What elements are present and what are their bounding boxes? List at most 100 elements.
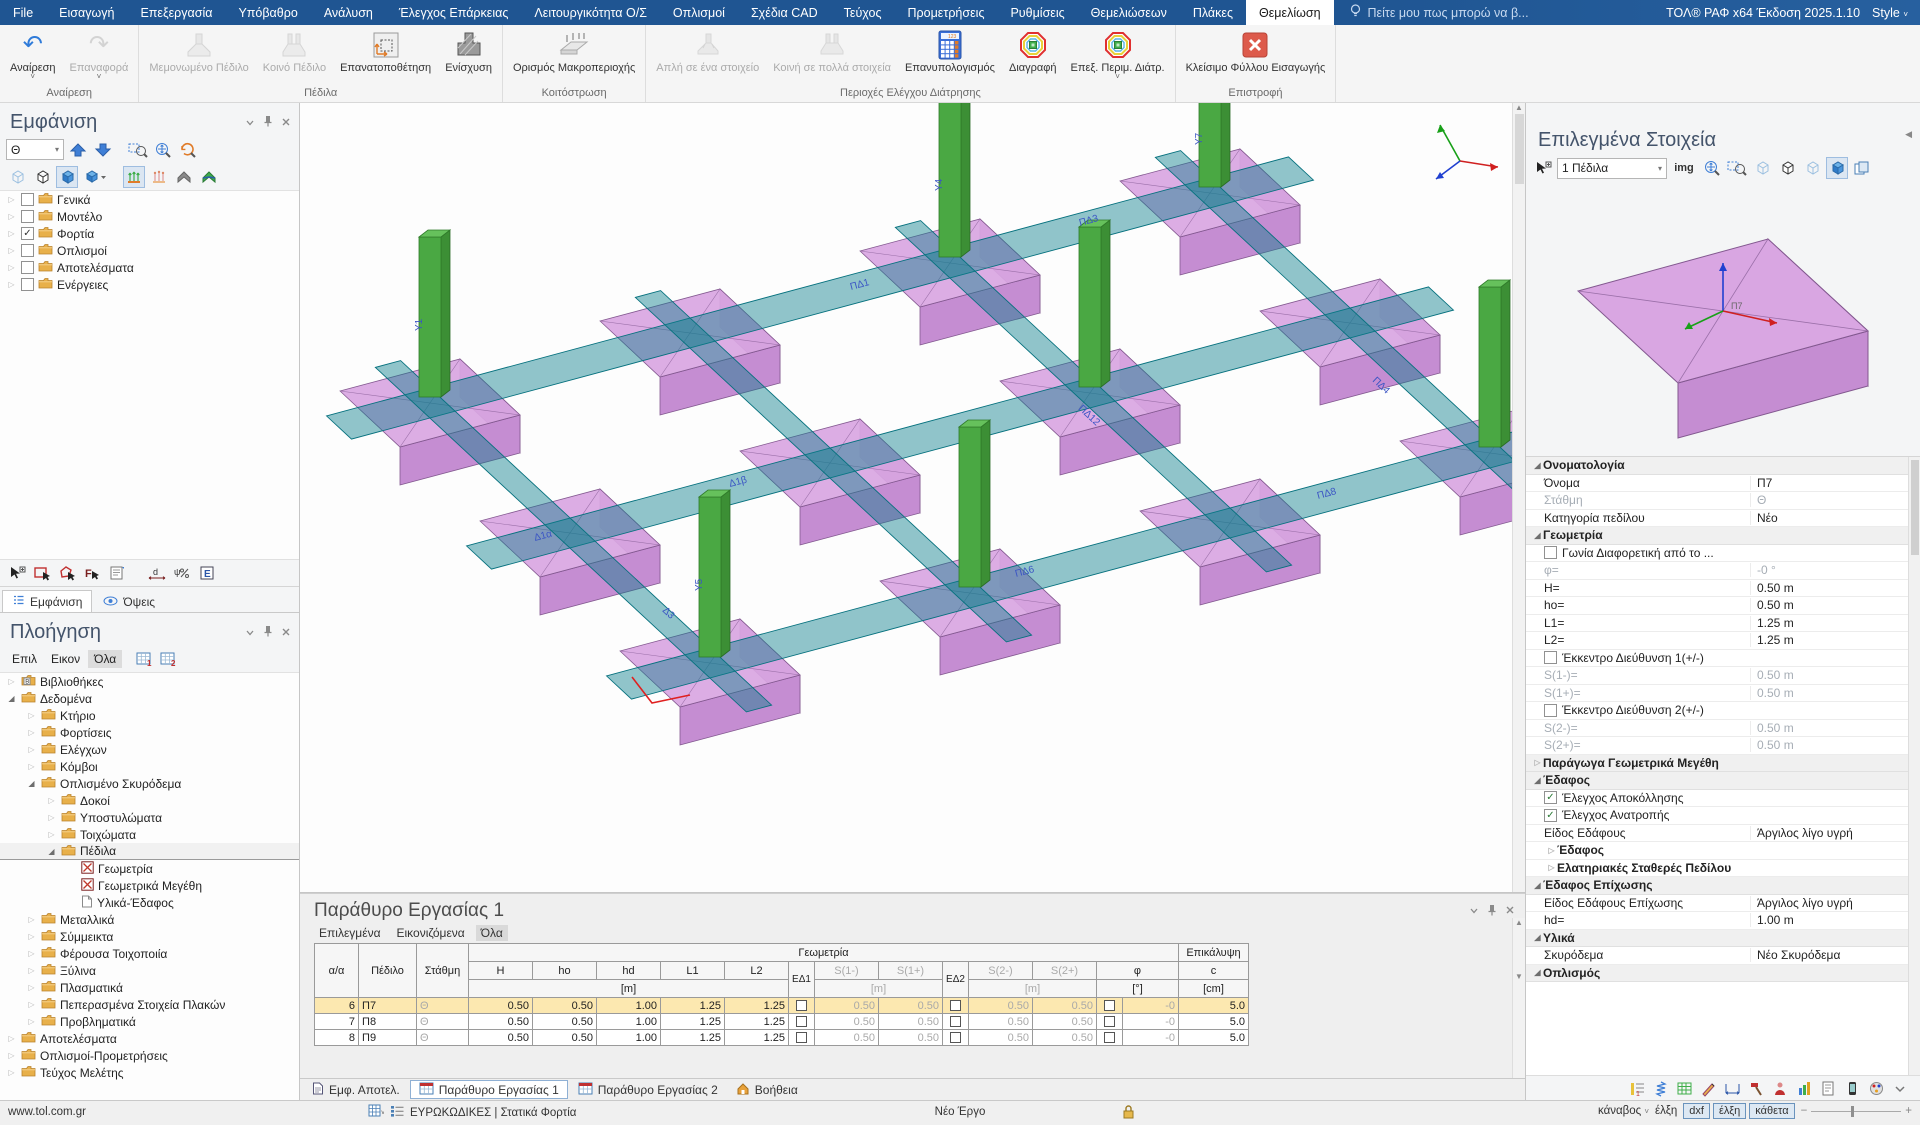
visibility-checkbox[interactable] xyxy=(21,210,34,223)
property-row[interactable]: H=0.50 m xyxy=(1526,580,1920,598)
tell-me-search[interactable]: Πείτε μου πως μπορώ να β... xyxy=(1334,0,1545,25)
bottom-tab[interactable]: Παράθυρο Εργασίας 2 xyxy=(570,1080,726,1099)
level-up-button[interactable] xyxy=(67,139,89,161)
website-link[interactable]: www.tol.com.gr xyxy=(8,1106,86,1118)
property-row[interactable]: Έκκεντρο Διεύθυνση 1(+/-) xyxy=(1526,650,1920,668)
zoom-window-button[interactable] xyxy=(1726,157,1748,179)
expand-collapsed-icon[interactable]: ▷ xyxy=(6,1068,17,1077)
property-row[interactable]: L1=1.25 m xyxy=(1526,615,1920,633)
dimension-icon[interactable] xyxy=(1723,1079,1742,1098)
property-grid-scrollbar[interactable] xyxy=(1908,457,1920,1075)
select-filter-button[interactable]: F xyxy=(81,562,103,584)
ed2-checkbox[interactable] xyxy=(943,1014,969,1030)
expand-open-icon[interactable]: ◢ xyxy=(1532,776,1543,785)
snap-toggle[interactable]: έλξη xyxy=(1655,1105,1677,1117)
copy-properties-button[interactable] xyxy=(1851,157,1873,179)
expand-collapsed-icon[interactable]: ▷ xyxy=(26,762,37,771)
property-row[interactable]: φ=-0 ° xyxy=(1526,562,1920,580)
ed2-checkbox[interactable] xyxy=(943,1030,969,1046)
expand-collapsed-icon[interactable]: ▷ xyxy=(6,1051,17,1060)
close-icon[interactable] xyxy=(1505,904,1515,918)
select-polygon-button[interactable] xyxy=(56,562,78,584)
sketch-icon[interactable] xyxy=(1699,1079,1718,1098)
nav-tree-item[interactable]: ▷Σύμμεικτα xyxy=(0,928,299,945)
nav-tree-item[interactable]: ▷Κτήριο xyxy=(0,707,299,724)
collapse-panel-icon[interactable]: ◀ xyxy=(1905,129,1912,140)
property-row[interactable]: ΌνομαΠ7 xyxy=(1526,475,1920,493)
ed2-checkbox[interactable] xyxy=(943,998,969,1014)
property-row[interactable]: ΣτάθμηΘ xyxy=(1526,492,1920,510)
work-window-filter-tab[interactable]: Επιλεγμένα xyxy=(314,925,386,941)
rebar-grid-icon[interactable] xyxy=(1675,1079,1694,1098)
menu-item[interactable]: Ανάλυση xyxy=(311,0,386,25)
panel-tab-display[interactable]: Εμφάνιση xyxy=(2,590,92,612)
dimensions-button[interactable]: d xyxy=(146,562,168,584)
expand-collapsed-icon[interactable]: ▷ xyxy=(6,677,17,686)
property-row[interactable]: Κατηγορία πεδίλουΝέο xyxy=(1526,510,1920,528)
angle-display-button[interactable]: ψ xyxy=(171,562,193,584)
render-mode-menu[interactable] xyxy=(81,166,109,188)
selected-count-combobox[interactable]: 1 Πέδιλα▾ xyxy=(1557,158,1667,179)
phi-checkbox[interactable] xyxy=(1097,1014,1123,1030)
property-group-header[interactable]: ▷Ελατηριακές Σταθερές Πεδίλου xyxy=(1526,860,1920,878)
level-down-button[interactable] xyxy=(92,139,114,161)
menu-item[interactable]: Πλάκες xyxy=(1180,0,1246,25)
zoom-window-button[interactable] xyxy=(127,139,149,161)
work-window-filter-tab[interactable]: Όλα xyxy=(476,925,508,941)
display-tree-item[interactable]: ▷Μοντέλο xyxy=(0,208,299,225)
nav-tree-item[interactable]: ▷Οπλισμοί-Προμετρήσεις xyxy=(0,1047,299,1064)
nav-tree-item[interactable]: ◢Οπλισμένο Σκυρόδεμα xyxy=(0,775,299,792)
property-row[interactable]: S(1+)=0.50 m xyxy=(1526,685,1920,703)
collapse-icon[interactable] xyxy=(245,626,255,640)
expand-open-icon[interactable]: ◢ xyxy=(1532,461,1543,470)
nav-tree-item[interactable]: ▷BΒιβλιοθήκες xyxy=(0,673,299,690)
property-checkbox[interactable] xyxy=(1544,546,1557,559)
render-shaded-button[interactable] xyxy=(56,166,78,188)
list-view-icon[interactable] xyxy=(390,1105,404,1120)
status-toggle[interactable]: dxf xyxy=(1683,1103,1710,1119)
ed1-checkbox[interactable] xyxy=(789,1014,815,1030)
show-solid-color-button[interactable] xyxy=(198,166,220,188)
menu-item[interactable]: Σχέδια CAD xyxy=(738,0,831,25)
close-icon[interactable] xyxy=(281,116,291,130)
nav-tree-item[interactable]: ▷Τοιχώματα xyxy=(0,826,299,843)
visibility-checkbox[interactable] xyxy=(21,261,34,274)
expand-open-icon[interactable]: ◢ xyxy=(1532,933,1543,942)
property-row[interactable]: ✓Έλεγχος Ανατροπής xyxy=(1526,807,1920,825)
expand-open-icon[interactable]: ◢ xyxy=(26,779,37,788)
menu-item[interactable]: Προμετρήσεις xyxy=(895,0,998,25)
person-icon[interactable] xyxy=(1771,1079,1790,1098)
nav-filter-tab[interactable]: Όλα xyxy=(88,650,122,668)
property-group-header[interactable]: ◢Ονοματολογία xyxy=(1526,457,1920,475)
table-row[interactable]: 6Π7Θ0.500.501.001.251.250.500.500.500.50… xyxy=(315,998,1249,1014)
ribbon-button[interactable]: Ορισμός Μακροπεριοχής xyxy=(506,26,642,87)
property-group-header[interactable]: ◢Γεωμετρία xyxy=(1526,527,1920,545)
ribbon-button[interactable]: 123Επανυπολογισμός xyxy=(898,26,1002,87)
property-row[interactable]: ΣκυρόδεμαΝέο Σκυρόδεμα xyxy=(1526,947,1920,965)
work-window-1-icon[interactable]: 1 xyxy=(134,648,156,670)
tab-themeliosi-active[interactable]: Θεμελίωση xyxy=(1246,0,1334,25)
preview-shaded-button[interactable] xyxy=(1826,157,1848,179)
expand-collapsed-icon[interactable]: ▷ xyxy=(46,796,57,805)
render-wireframe-button[interactable] xyxy=(6,166,28,188)
property-group-header[interactable]: ◢Οπλισμός xyxy=(1526,965,1920,983)
ed1-checkbox[interactable] xyxy=(789,998,815,1014)
show-loads-button[interactable] xyxy=(123,166,145,188)
zoom-rotate-button[interactable] xyxy=(177,139,199,161)
property-row[interactable]: S(2-)=0.50 m xyxy=(1526,720,1920,738)
expand-open-icon[interactable]: ◢ xyxy=(1532,968,1543,977)
nav-tree-item[interactable]: ▷Προβληματικά xyxy=(0,1013,299,1030)
ribbon-button[interactable]: Κλείσιμο Φύλλου Εισαγωγής xyxy=(1179,26,1333,87)
expand-collapsed-icon[interactable]: ▷ xyxy=(6,1034,17,1043)
expand-collapsed-icon[interactable]: ▷ xyxy=(46,813,57,822)
close-icon[interactable] xyxy=(281,626,291,640)
nav-tree-item[interactable]: ▷Δοκοί xyxy=(0,792,299,809)
menu-item[interactable]: Ρυθμίσεις xyxy=(997,0,1077,25)
property-row[interactable]: Είδος Εδάφους ΕπίχωσηςΆργιλος λίγο υγρή xyxy=(1526,895,1920,913)
nav-tree-item[interactable]: ▷Πλασματικά xyxy=(0,979,299,996)
palette-icon[interactable] xyxy=(1867,1079,1886,1098)
expand-collapsed-icon[interactable]: ▷ xyxy=(26,711,37,720)
expand-collapsed-icon[interactable]: ▷ xyxy=(26,966,37,975)
bottom-tab[interactable]: Παράθυρο Εργασίας 1 xyxy=(410,1080,568,1099)
device-icon[interactable] xyxy=(1843,1079,1862,1098)
